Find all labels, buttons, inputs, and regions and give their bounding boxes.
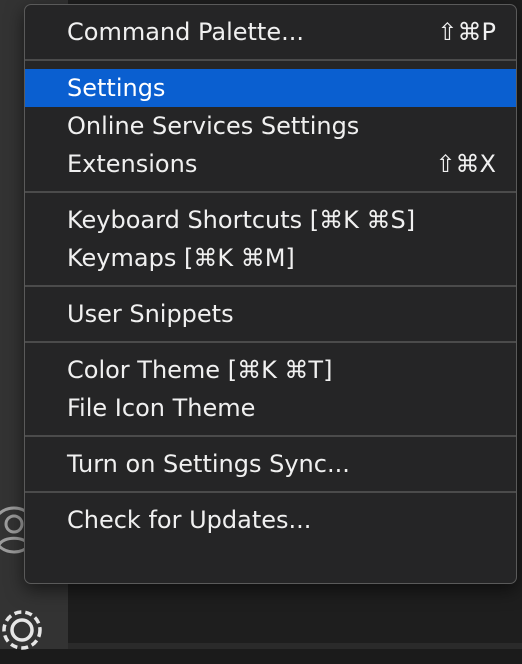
menu-item-shortcut: ⇧⌘X xyxy=(435,150,496,178)
menu-item-extensions[interactable]: Extensions ⇧⌘X xyxy=(25,145,516,183)
menu-item-label: Settings xyxy=(67,74,166,102)
gear-icon[interactable] xyxy=(0,600,52,660)
menu-group: Settings Online Services Settings Extensio… xyxy=(25,59,516,191)
menu-group: User Snippets xyxy=(25,285,516,341)
menu-group: Turn on Settings Sync... xyxy=(25,435,516,491)
menu-item-shortcut: ⇧⌘P xyxy=(437,18,496,46)
menu-item-label: Command Palette... xyxy=(67,18,304,46)
menu-item-file-icon-theme[interactable]: File Icon Theme xyxy=(25,389,516,427)
menu-item-color-theme[interactable]: Color Theme [⌘K ⌘T] xyxy=(25,351,516,389)
menu-item-label: Extensions xyxy=(67,150,198,178)
menu-item-label: Keyboard Shortcuts [⌘K ⌘S] xyxy=(67,206,416,234)
menu-item-label: Color Theme [⌘K ⌘T] xyxy=(67,356,333,384)
menu-item-turn-on-settings-sync[interactable]: Turn on Settings Sync... xyxy=(25,445,516,483)
menu-group: Color Theme [⌘K ⌘T] File Icon Theme xyxy=(25,341,516,435)
manage-menu: Command Palette... ⇧⌘P Settings Online Serv… xyxy=(24,4,517,584)
menu-group: Command Palette... ⇧⌘P xyxy=(25,5,516,59)
menu-item-user-snippets[interactable]: User Snippets xyxy=(25,295,516,333)
menu-item-label: File Icon Theme xyxy=(67,394,256,422)
menu-item-settings[interactable]: Settings xyxy=(25,69,516,107)
menu-item-label: User Snippets xyxy=(67,300,234,328)
menu-group: Check for Updates... xyxy=(25,491,516,547)
menu-group: Keyboard Shortcuts [⌘K ⌘S] Keymaps [⌘K ⌘M… xyxy=(25,191,516,285)
menu-item-label: Check for Updates... xyxy=(67,506,312,534)
menu-item-check-for-updates[interactable]: Check for Updates... xyxy=(25,501,516,539)
menu-item-keyboard-shortcuts[interactable]: Keyboard Shortcuts [⌘K ⌘S] xyxy=(25,201,516,239)
menu-item-command-palette[interactable]: Command Palette... ⇧⌘P xyxy=(25,13,516,51)
menu-item-label: Keymaps [⌘K ⌘M] xyxy=(67,244,295,272)
menu-item-label: Online Services Settings xyxy=(67,112,360,140)
menu-item-label: Turn on Settings Sync... xyxy=(67,450,350,478)
status-strip xyxy=(68,643,522,649)
menu-item-online-services-settings[interactable]: Online Services Settings xyxy=(25,107,516,145)
menu-item-keymaps[interactable]: Keymaps [⌘K ⌘M] xyxy=(25,239,516,277)
